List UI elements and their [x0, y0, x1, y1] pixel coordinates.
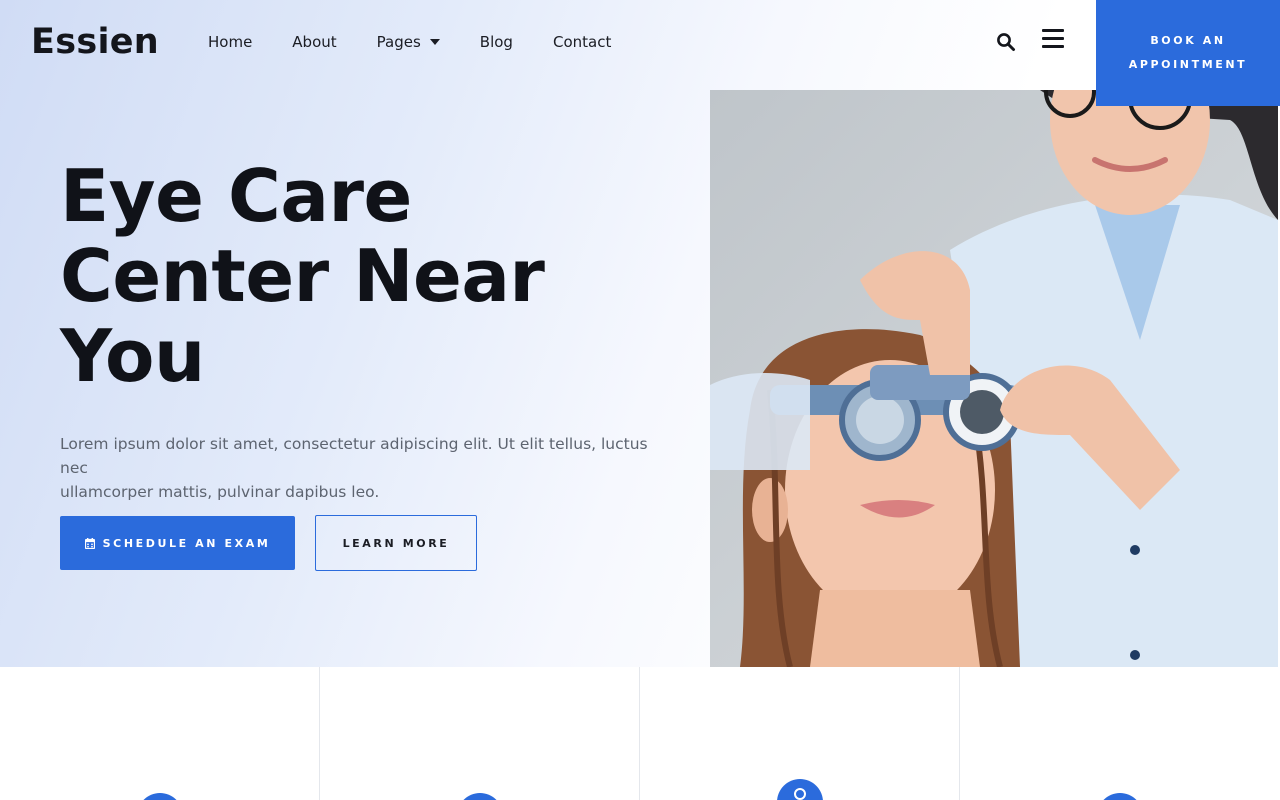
feature-icon [777, 779, 823, 800]
hero-title: Eye Care Center Near You [60, 156, 620, 396]
calendar-icon [84, 537, 95, 549]
nav-about-label: About [292, 33, 337, 51]
hero-title-line-3: You [60, 314, 205, 398]
learn-more-label: LEARN MORE [342, 536, 450, 550]
feature-card [960, 667, 1280, 800]
feature-card [640, 667, 960, 800]
nav-blog-label: Blog [479, 33, 513, 51]
hero-photo [710, 90, 1278, 667]
book-appointment-button[interactable]: BOOK AN APPOINTMENT [1096, 0, 1280, 106]
nav-contact-label: Contact [552, 33, 612, 51]
nav-home-label: Home [208, 33, 253, 51]
feature-card [320, 667, 640, 800]
nav-about[interactable]: About [292, 33, 336, 51]
hero-title-line-2: Center Near [60, 234, 545, 318]
feature-icon [1097, 793, 1143, 800]
site-logo[interactable]: Essien [31, 22, 159, 62]
hero-description-line-1: Lorem ipsum dolor sit amet, consectetur … [60, 435, 648, 477]
feature-cards [0, 667, 1280, 800]
hero-title-line-1: Eye Care [60, 154, 412, 238]
book-button-line-1: BOOK AN [1150, 34, 1226, 47]
nav-pages[interactable]: Pages [377, 33, 440, 51]
hero-description-line-2: ullamcorper mattis, pulvinar dapibus leo… [60, 483, 380, 501]
eye-exam-illustration [710, 90, 1278, 667]
schedule-exam-button[interactable]: SCHEDULE AN EXAM [60, 516, 295, 570]
feature-icon [457, 793, 503, 800]
nav-pages-label: Pages [376, 33, 421, 51]
learn-more-button[interactable]: LEARN MORE [315, 515, 477, 571]
caret-down-icon [429, 39, 440, 45]
book-button-line-2: APPOINTMENT [1128, 58, 1248, 71]
nav-contact[interactable]: Contact [553, 33, 611, 51]
main-nav: Home About Pages Blog Contact [208, 33, 651, 51]
hero-description: Lorem ipsum dolor sit amet, consectetur … [60, 432, 660, 504]
feature-icon [137, 793, 183, 800]
hamburger-menu-icon[interactable] [1042, 29, 1064, 49]
feature-card [0, 667, 320, 800]
schedule-exam-label: SCHEDULE AN EXAM [102, 536, 271, 550]
search-icon[interactable] [996, 32, 1016, 52]
nav-home[interactable]: Home [208, 33, 252, 51]
nav-blog[interactable]: Blog [480, 33, 513, 51]
